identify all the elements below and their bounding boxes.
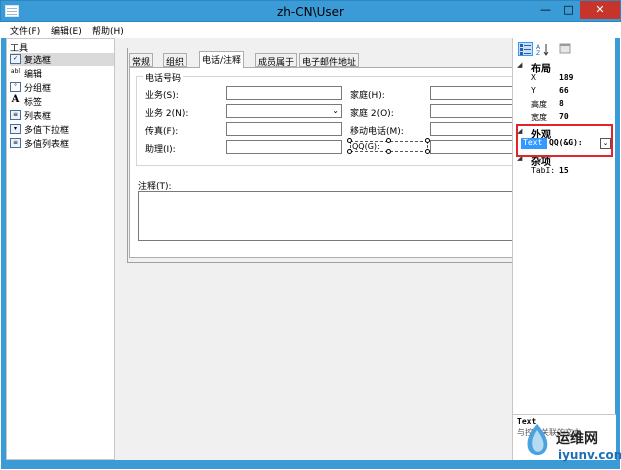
property-grid: ◢ 布局 X 189 Y 66 高度 8 宽度 70 ◢ 外观 ◢ 杂项 Tab… <box>513 60 616 420</box>
prop-width[interactable]: 宽度 70 <box>513 112 616 123</box>
design-surface: 常规 组织 电话/注释 成员属于 电子邮件地址 电话号码 业务(S): 业务 2… <box>115 38 513 460</box>
prop-name-selected: Text <box>521 138 547 149</box>
categorized-icon <box>520 44 531 55</box>
close-button[interactable]: ✕ <box>580 1 620 19</box>
tool-multi-listbox[interactable]: ≡ 多值列表框 <box>10 137 114 150</box>
tool-label[interactable]: A 标签 <box>10 94 114 109</box>
prop-height[interactable]: 高度 8 <box>513 99 616 110</box>
tool-label: 复选框 <box>24 56 52 66</box>
prop-name: 宽度 <box>531 113 547 122</box>
minimize-button[interactable]: — <box>534 1 557 19</box>
watermark: 运维网 iyunv.com <box>518 420 621 468</box>
chevron-down-icon[interactable]: ⌄ <box>600 138 611 149</box>
home2-field[interactable] <box>430 104 513 118</box>
mobile-field[interactable] <box>430 122 513 136</box>
menu-file[interactable]: 文件(F) <box>10 24 40 37</box>
tool-edit[interactable]: abl 编辑 <box>10 67 114 80</box>
prop-value[interactable]: 15 <box>559 166 569 175</box>
groupbox-icon: ° <box>10 82 21 92</box>
notes-field[interactable] <box>138 191 513 241</box>
watermark-text: 运维网 <box>556 431 598 447</box>
toolbox-panel: 工具 ✓ 复选框 abl 编辑 ° 分组框 A 标签 ≡ 列表框 ▾ 多值下拉框… <box>6 38 115 460</box>
property-pages-button[interactable] <box>558 42 573 56</box>
multi-listbox-icon: ≡ <box>10 138 21 148</box>
home-field[interactable] <box>430 86 513 100</box>
watermark-logo-icon <box>527 424 548 456</box>
prop-name: TabI: <box>531 166 556 175</box>
prop-text-value[interactable]: QQ(&G): <box>549 138 583 147</box>
resize-handle[interactable] <box>386 149 391 154</box>
tab-organization[interactable]: 组织 <box>163 53 188 68</box>
menu-help[interactable]: 帮助(H) <box>92 24 124 37</box>
business-field[interactable] <box>226 86 342 100</box>
chevron-down-icon: ⌄ <box>332 106 339 115</box>
textbox-icon: abl <box>10 68 21 75</box>
tool-label: 标签 <box>24 98 43 108</box>
prop-tabindex[interactable]: TabI: 15 <box>513 166 616 177</box>
tool-multi-combo[interactable]: ▾ 多值下拉框 <box>10 123 114 136</box>
sort-az-icon: A Z <box>536 44 549 56</box>
resize-handle[interactable] <box>386 138 391 143</box>
prop-text[interactable]: Text QQ(&G): ⌄ <box>518 138 612 150</box>
listbox-icon: ≡ <box>10 110 21 120</box>
prop-name: 高度 <box>531 100 547 109</box>
prop-name: Y <box>531 86 536 95</box>
fax-field[interactable] <box>226 122 342 136</box>
property-pages-icon <box>559 43 571 54</box>
multi-combo-icon: ▾ <box>10 124 21 134</box>
prop-value[interactable]: 66 <box>559 86 569 95</box>
prop-value[interactable]: 189 <box>559 73 573 82</box>
home2-label: 家庭 2(O): <box>350 109 394 119</box>
business2-label: 业务 2(N): <box>145 109 189 119</box>
assistant-field[interactable] <box>226 140 342 154</box>
qq-field[interactable] <box>430 140 513 154</box>
prop-value[interactable]: 8 <box>559 99 564 108</box>
tab-page: 电话号码 业务(S): 业务 2(N): ⌄ 传真(F): 助理(I): 家庭(… <box>129 67 513 258</box>
business2-combo[interactable]: ⌄ <box>226 104 342 118</box>
qq-label: QQ(G): <box>352 142 380 151</box>
alphabetical-view-button[interactable]: A Z <box>535 42 550 56</box>
fax-label: 传真(F): <box>145 127 179 137</box>
window-title: zh-CN\User <box>277 5 344 19</box>
menu-edit[interactable]: 编辑(E) <box>51 24 82 37</box>
prop-name: X <box>531 73 536 82</box>
tool-listbox[interactable]: ≡ 列表框 <box>10 109 114 122</box>
prop-value[interactable]: 70 <box>559 112 569 121</box>
collapse-icon[interactable]: ◢ <box>517 61 522 69</box>
tool-label: 多值列表框 <box>24 140 70 150</box>
tab-email-addresses[interactable]: 电子邮件地址 <box>299 53 360 68</box>
home-label: 家庭(H): <box>350 91 385 101</box>
tool-groupbox[interactable]: ° 分组框 <box>10 81 114 94</box>
checkbox-icon: ✓ <box>10 54 21 64</box>
maximize-button[interactable]: □ <box>557 1 580 19</box>
tab-member-of[interactable]: 成员属于 <box>255 53 298 68</box>
business-label: 业务(S): <box>145 91 179 101</box>
menu-bar: 文件(F) 编辑(E) 帮助(H) <box>1 22 620 38</box>
prop-y[interactable]: Y 66 <box>513 86 616 97</box>
phone-group-title: 电话号码 <box>143 71 184 84</box>
tab-phone-notes[interactable]: 电话/注释 <box>199 51 245 68</box>
resize-handle[interactable] <box>347 138 352 143</box>
title-bar: zh-CN\User — □ ✕ <box>0 0 621 22</box>
tab-general[interactable]: 常规 <box>129 53 154 68</box>
tool-checkbox[interactable]: ✓ 复选框 <box>10 53 114 66</box>
category-layout[interactable]: ◢ 布局 <box>513 60 616 75</box>
tool-label: 分组框 <box>24 84 52 94</box>
svg-text:Z: Z <box>536 50 540 56</box>
tool-label: 编辑 <box>24 70 43 80</box>
label-icon: A <box>11 94 20 105</box>
categorized-view-button[interactable] <box>518 42 533 56</box>
assistant-label: 助理(I): <box>145 145 176 155</box>
prop-x[interactable]: X 189 <box>513 73 616 84</box>
tool-label: 多值下拉框 <box>24 126 70 136</box>
resize-handle[interactable] <box>347 149 352 154</box>
properties-panel: A Z ◢ 布局 X 189 Y 66 高度 8 宽度 70 ◢ 外观 ◢ 杂项… <box>512 38 616 460</box>
tool-label: 列表框 <box>24 112 52 122</box>
mobile-label: 移动电话(M): <box>350 127 404 137</box>
watermark-url: iyunv.com <box>558 448 621 462</box>
